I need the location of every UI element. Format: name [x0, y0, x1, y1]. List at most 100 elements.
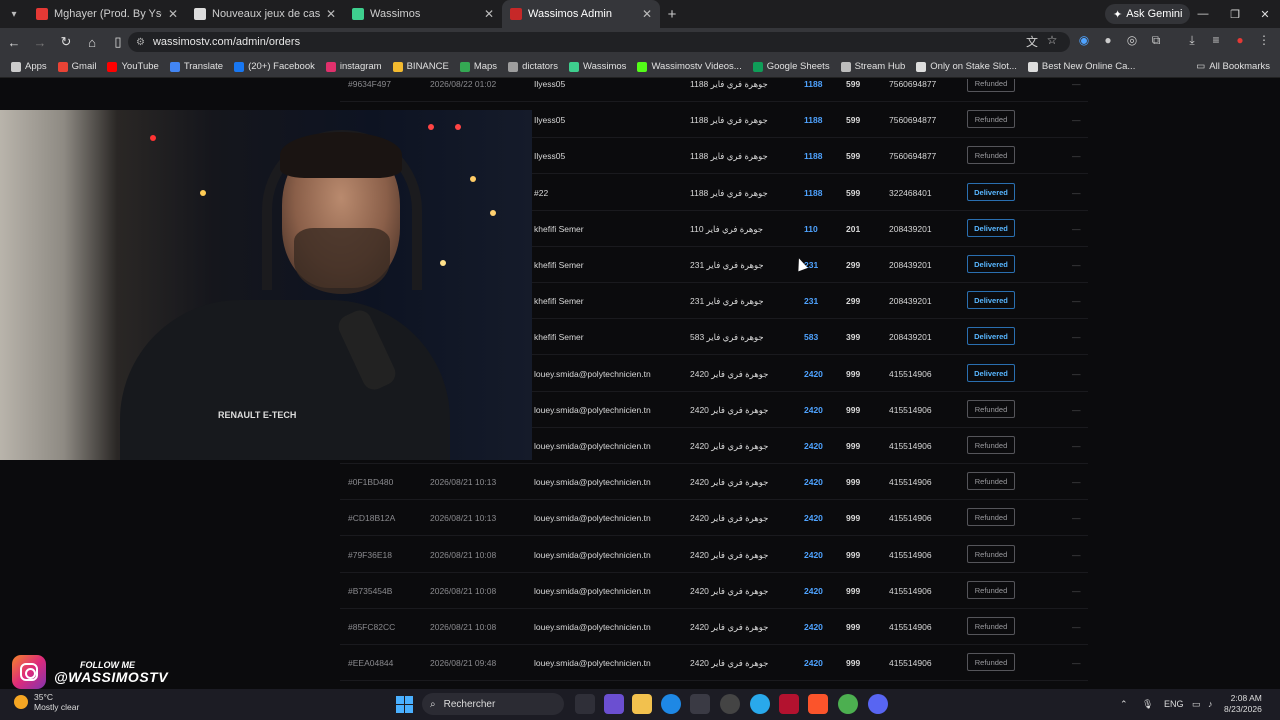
- weather-widget[interactable]: 35°C Mostly clear: [14, 692, 79, 712]
- task-view-icon[interactable]: [575, 694, 595, 714]
- status-badge[interactable]: Refunded: [967, 580, 1015, 599]
- menu-icon[interactable]: ⋮: [1254, 33, 1274, 51]
- media-icon[interactable]: ≡: [1206, 33, 1226, 51]
- discord-icon[interactable]: [868, 694, 888, 714]
- status-badge[interactable]: Refunded: [967, 146, 1015, 165]
- extension-icon[interactable]: ◉: [1074, 33, 1094, 51]
- profile-avatar[interactable]: ●: [1230, 33, 1250, 51]
- bookmark-item[interactable]: instagram: [325, 61, 382, 72]
- forward-icon[interactable]: →: [28, 35, 52, 50]
- browser-tab[interactable]: Wassimos ✕: [344, 0, 502, 28]
- browser-tab[interactable]: Mghayer (Prod. By Ysos) #CAM ✕: [28, 0, 186, 28]
- acrobat-icon[interactable]: [779, 694, 799, 714]
- row-actions-icon[interactable]: —: [1072, 537, 1081, 573]
- close-tab-icon[interactable]: ✕: [642, 7, 652, 21]
- bookmark-item[interactable]: Only on Stake Slot...: [916, 61, 1017, 72]
- extension-icon[interactable]: ◎: [1122, 33, 1142, 51]
- telegram-icon[interactable]: [750, 694, 770, 714]
- minimize-icon[interactable]: —: [1188, 0, 1218, 28]
- status-badge[interactable]: Refunded: [967, 399, 1015, 418]
- new-tab-button[interactable]: +: [660, 6, 684, 23]
- order-id[interactable]: #CD18B12A: [348, 500, 395, 536]
- order-id[interactable]: #EEA04844: [348, 645, 393, 681]
- bookmark-item[interactable]: (20+) Facebook: [234, 61, 315, 72]
- status-badge[interactable]: Refunded: [967, 110, 1015, 129]
- status-badge[interactable]: Delivered: [967, 182, 1015, 201]
- store-icon[interactable]: [690, 694, 710, 714]
- all-bookmarks-button[interactable]: ▭ All Bookmarks: [1196, 61, 1270, 72]
- row-actions-icon[interactable]: —: [1072, 573, 1081, 609]
- close-tab-icon[interactable]: ✕: [326, 7, 336, 21]
- download-icon[interactable]: ⤓: [1182, 33, 1202, 51]
- status-badge[interactable]: Refunded: [967, 436, 1015, 454]
- system-clock[interactable]: 2:08 AM 8/23/2026: [1224, 693, 1262, 715]
- status-badge[interactable]: Delivered: [967, 291, 1015, 310]
- bookmark-item[interactable]: Gmail: [57, 61, 96, 72]
- bookmark-item[interactable]: Apps: [11, 61, 47, 72]
- row-actions-icon[interactable]: —: [1072, 392, 1081, 428]
- row-actions-icon[interactable]: —: [1072, 138, 1081, 174]
- status-badge[interactable]: Delivered: [967, 327, 1015, 346]
- status-badge[interactable]: Refunded: [967, 79, 1015, 92]
- status-badge[interactable]: Refunded: [967, 508, 1015, 527]
- row-actions-icon[interactable]: —: [1072, 609, 1081, 645]
- bookmark-item[interactable]: Translate: [169, 61, 223, 72]
- browser-tab[interactable]: Wassimos Admin ✕: [502, 0, 660, 28]
- bookmark-item[interactable]: dictators: [508, 61, 558, 72]
- browser-tab[interactable]: Nouveaux jeux de casino 2026 ✕: [186, 0, 344, 28]
- reload-icon[interactable]: ↻: [54, 34, 78, 50]
- row-actions-icon[interactable]: —: [1072, 500, 1081, 536]
- bookmark-item[interactable]: YouTube: [107, 61, 159, 72]
- row-actions-icon[interactable]: —: [1072, 175, 1081, 211]
- windows-start-icon[interactable]: [396, 696, 413, 713]
- row-actions-icon[interactable]: —: [1072, 247, 1081, 283]
- tray-expand-icon[interactable]: ⌃: [1120, 699, 1128, 710]
- order-id[interactable]: #9634F497: [348, 79, 391, 102]
- status-badge[interactable]: Refunded: [967, 472, 1015, 491]
- bookmark-item[interactable]: Stream Hub: [840, 61, 905, 72]
- extension-icon[interactable]: ●: [1098, 33, 1118, 51]
- order-id[interactable]: #B735454B: [348, 573, 392, 609]
- order-id[interactable]: #85FC82CC: [348, 609, 395, 645]
- bookmark-item[interactable]: Maps: [459, 61, 497, 72]
- bookmark-star-icon[interactable]: ☆: [1042, 33, 1062, 51]
- bookmark-item[interactable]: Wassimos: [568, 61, 626, 72]
- row-actions-icon[interactable]: —: [1072, 211, 1081, 247]
- microphone-icon[interactable]: 🎙: [1142, 699, 1153, 710]
- app-icon[interactable]: [720, 694, 740, 714]
- order-id[interactable]: #0F1BD480: [348, 464, 393, 500]
- status-badge[interactable]: Refunded: [967, 653, 1015, 672]
- translate-icon[interactable]: 文: [1022, 33, 1042, 51]
- row-actions-icon[interactable]: —: [1072, 79, 1081, 102]
- tab-search-menu-icon[interactable]: ▾: [0, 0, 28, 28]
- close-window-icon[interactable]: ✕: [1250, 0, 1280, 28]
- row-actions-icon[interactable]: —: [1072, 102, 1081, 138]
- status-badge[interactable]: Delivered: [967, 363, 1015, 382]
- bookmark-item[interactable]: BINANCE: [392, 61, 449, 72]
- bookmark-item[interactable]: Google Sheets: [752, 61, 830, 72]
- status-badge[interactable]: Delivered: [967, 255, 1015, 273]
- bookmark-item[interactable]: Best New Online Ca...: [1027, 61, 1135, 72]
- row-actions-icon[interactable]: —: [1072, 283, 1081, 319]
- edge-icon[interactable]: [661, 694, 681, 714]
- row-actions-icon[interactable]: —: [1072, 356, 1081, 392]
- back-icon[interactable]: ←: [2, 35, 26, 50]
- volume-icon[interactable]: ♪: [1208, 699, 1213, 709]
- restore-icon[interactable]: ❐: [1220, 0, 1250, 28]
- row-actions-icon[interactable]: —: [1072, 319, 1081, 355]
- row-actions-icon[interactable]: —: [1072, 464, 1081, 500]
- brave-icon[interactable]: [808, 694, 828, 714]
- widgets-app-icon[interactable]: [604, 694, 624, 714]
- taskbar-search[interactable]: ⌕ Rechercher: [422, 693, 564, 715]
- chrome-icon[interactable]: [838, 694, 858, 714]
- close-tab-icon[interactable]: ✕: [484, 7, 494, 21]
- status-badge[interactable]: Delivered: [967, 218, 1015, 237]
- display-icon[interactable]: ▭: [1192, 699, 1201, 710]
- status-badge[interactable]: Refunded: [967, 544, 1015, 563]
- site-info-icon[interactable]: ⚙: [136, 37, 145, 48]
- address-bar[interactable]: ⚙ wassimostv.com/admin/orders: [128, 32, 1070, 52]
- home-icon[interactable]: ⌂: [80, 35, 104, 50]
- status-badge[interactable]: Refunded: [967, 617, 1015, 635]
- side-panel-icon[interactable]: ▯: [106, 34, 130, 50]
- bookmark-item[interactable]: Wassimostv Videos...: [637, 61, 742, 72]
